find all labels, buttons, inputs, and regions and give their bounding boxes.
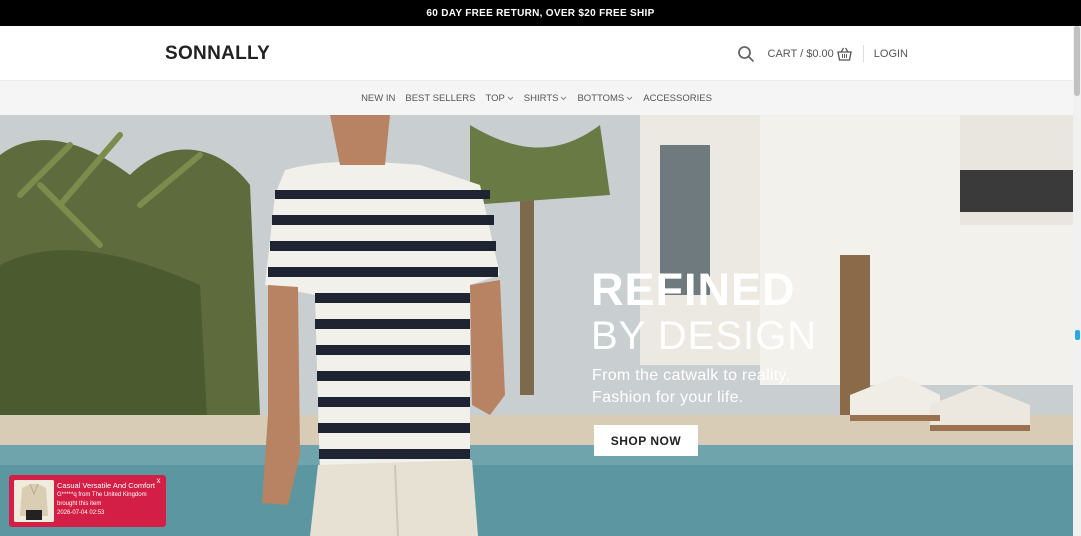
chevron-down-icon	[507, 96, 514, 100]
nav-item-label: ACCESSORIES	[643, 92, 712, 104]
side-widget-tab[interactable]	[1075, 330, 1080, 340]
scrollbar-thumb[interactable]	[1074, 26, 1080, 96]
announcement-bar: 60 DAY FREE RETURN, OVER $20 FREE SHIP	[0, 0, 1081, 26]
hero-subtitle-line1: From the catwalk to reality,	[592, 367, 791, 384]
page-scrollbar[interactable]	[1073, 26, 1081, 536]
site-logo[interactable]: SONNALLY	[165, 43, 270, 65]
login-link[interactable]: LOGIN	[874, 48, 908, 60]
purchase-notification[interactable]: Casual Versatile And Comfort G*****q fro…	[9, 475, 166, 527]
hero-image	[0, 115, 1073, 536]
nav-item-bottoms[interactable]: BOTTOMS	[577, 93, 633, 104]
basket-icon	[836, 47, 852, 61]
chevron-down-icon	[561, 96, 567, 100]
notification-timestamp: 2026-07-04 02:53	[57, 510, 105, 516]
nav-item-best-sellers[interactable]: BEST SELLERS	[405, 93, 475, 104]
hero-subtitle-line2: Fashion for your life.	[592, 389, 744, 406]
nav-item-label: BOTTOMS	[577, 92, 625, 104]
search-icon[interactable]	[737, 45, 755, 63]
announcement-text: 60 DAY FREE RETURN, OVER $20 FREE SHIP	[426, 7, 655, 19]
shop-now-button[interactable]: SHOP NOW	[594, 425, 698, 456]
header-divider	[862, 45, 864, 62]
main-navigation: NEW IN BEST SELLERS TOP SHIRTS BOTTOMS A…	[0, 81, 1073, 115]
cart-link[interactable]: CART / $0.00	[768, 47, 852, 61]
cart-label: CART / $0.00	[767, 47, 834, 60]
site-header: SONNALLY CART / $0.00 LOGIN	[0, 26, 1073, 81]
hero-title-line2: BY DESIGN	[591, 314, 818, 358]
product-thumbnail	[14, 480, 54, 522]
notification-customer: G*****q from The United Kingdom	[57, 492, 147, 498]
nav-item-accessories[interactable]: ACCESSORIES	[643, 93, 712, 104]
hero-subtitle: From the catwalk to reality, Fashion for…	[592, 365, 790, 409]
nav-item-label: NEW IN	[361, 92, 396, 104]
nav-item-label: BEST SELLERS	[405, 92, 476, 104]
hero-banner: REFINED BY DESIGN From the catwalk to re…	[0, 115, 1073, 536]
nav-item-label: SHIRTS	[523, 92, 559, 104]
nav-item-new-in[interactable]: NEW IN	[361, 93, 395, 104]
nav-item-shirts[interactable]: SHIRTS	[524, 93, 568, 104]
notification-action: brought this item	[57, 501, 102, 507]
chevron-down-icon	[626, 96, 633, 100]
header-actions: CART / $0.00 LOGIN	[737, 26, 908, 81]
close-icon[interactable]: x	[154, 476, 163, 485]
notification-product-name: Casual Versatile And Comfort	[57, 481, 155, 490]
nav-item-top[interactable]: TOP	[485, 92, 514, 104]
hero-title: REFINED	[591, 264, 796, 315]
nav-item-label: TOP	[485, 92, 505, 104]
